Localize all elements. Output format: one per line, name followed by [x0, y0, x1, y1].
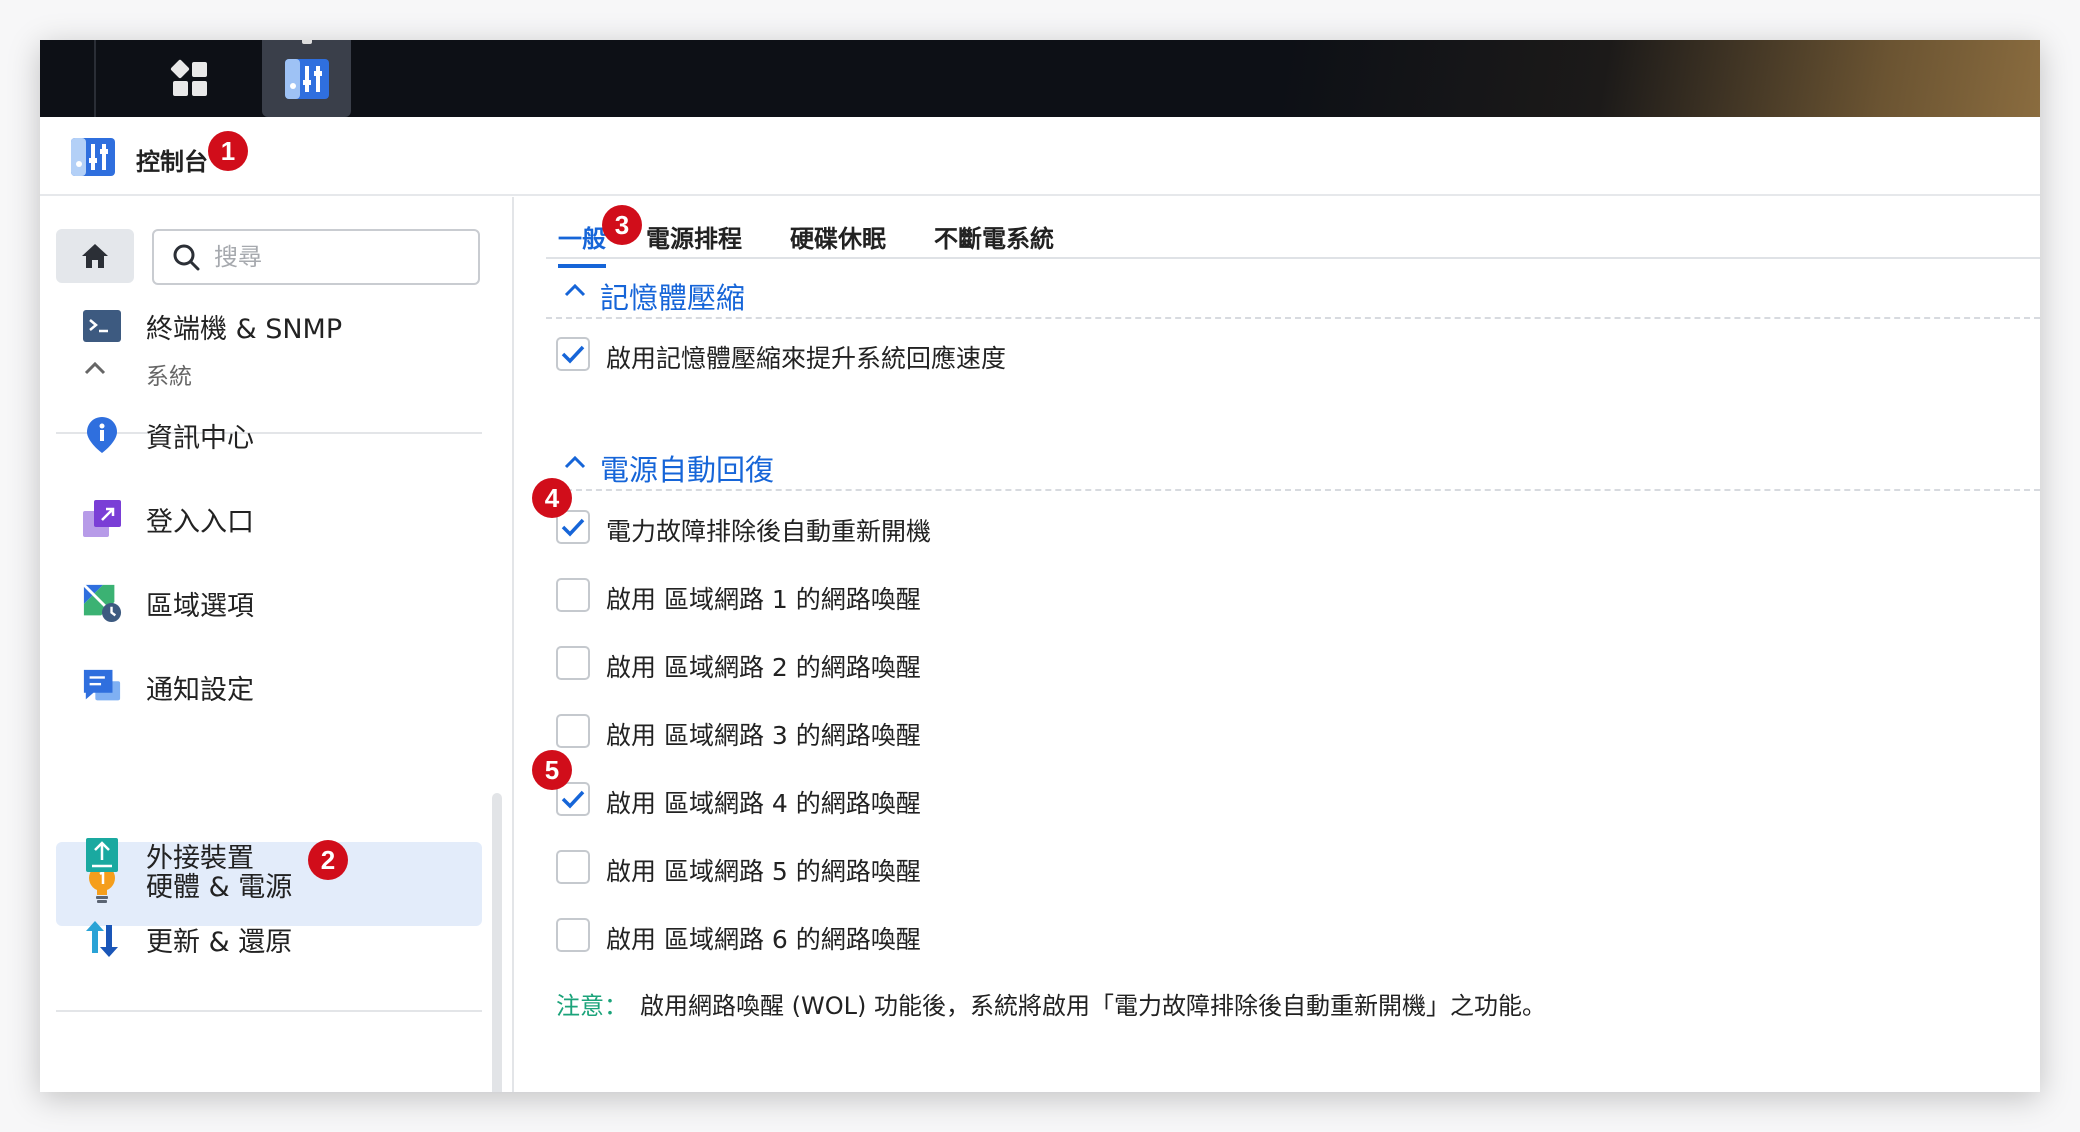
sidebar-item-label: 資訊中心 — [146, 422, 254, 454]
update-restore-icon — [82, 919, 122, 959]
title-bar: 控制台 1 — [40, 117, 2040, 196]
sidebar-item-label: 外接裝置 — [146, 842, 254, 874]
option-label: 啟用 區域網路 2 的網路喚醒 — [606, 653, 921, 682]
option-label: 啟用 區域網路 6 的網路喚醒 — [606, 925, 921, 954]
checkmark-icon — [561, 518, 585, 537]
section-title: 記憶體壓縮 — [600, 281, 746, 315]
annotation-badge-3: 3 — [602, 205, 642, 245]
checkmark-icon — [561, 790, 585, 809]
notification-icon — [82, 667, 122, 707]
terminal-icon — [82, 306, 122, 346]
home-icon — [82, 244, 108, 268]
external-device-icon — [82, 835, 122, 875]
option-label: 啟用 區域網路 3 的網路喚醒 — [606, 721, 921, 750]
sidebar-item-info-center[interactable]: 資訊中心 — [56, 393, 482, 477]
checkbox[interactable] — [556, 918, 590, 952]
sidebar-item-terminal-snmp[interactable]: 終端機 & SNMP — [56, 293, 482, 359]
search-field[interactable] — [152, 229, 480, 285]
wol-note: 注意： 啟用網路喚醒 (WOL) 功能後，系統將啟用「電力故障排除後自動重新開機」… — [556, 986, 1546, 1021]
note-text: 啟用網路喚醒 (WOL) 功能後，系統將啟用「電力故障排除後自動重新開機」之功能… — [640, 992, 1546, 1020]
search-icon — [173, 244, 200, 271]
annotation-badge-1: 1 — [208, 131, 248, 171]
tab-bar: 一般 電源排程 硬碟休眠 不斷電系統 — [546, 197, 2040, 268]
annotation-badge-5: 5 — [532, 750, 572, 790]
chevron-up-icon — [564, 283, 586, 297]
sidebar-group-label: 系統 — [146, 364, 192, 390]
sidebar-scrollbar[interactable] — [492, 793, 502, 1092]
control-panel-icon — [284, 58, 329, 99]
sidebar: 終端機 & SNMP 系統 資訊中心 — [40, 197, 514, 1092]
checkbox[interactable] — [556, 850, 590, 884]
regional-options-icon — [82, 583, 122, 623]
chevron-up-icon — [84, 361, 106, 375]
main-panel: 一般 電源排程 硬碟休眠 不斷電系統 3 記憶體壓縮 啟用記憶體壓縮來提升系統回… — [516, 197, 2040, 1092]
option-label: 啟用記憶體壓縮來提升系統回應速度 — [606, 344, 1007, 373]
sidebar-item-label: 登入入口 — [146, 506, 254, 538]
checkmark-icon — [561, 345, 585, 364]
sidebar-item-label: 更新 & 還原 — [146, 926, 293, 958]
sidebar-item-label: 終端機 & SNMP — [146, 313, 343, 345]
sidebar-item-login-portal[interactable]: 登入入口 — [56, 477, 482, 561]
option-label: 啟用 區域網路 4 的網路喚醒 — [606, 789, 921, 818]
annotation-badge-2: 2 — [308, 840, 348, 880]
option-label: 啟用 區域網路 1 的網路喚醒 — [606, 585, 921, 614]
tab-general[interactable]: 一般 — [558, 219, 606, 268]
search-input[interactable] — [214, 243, 434, 271]
section-memory-compression[interactable]: 記憶體壓縮 — [546, 259, 2040, 319]
control-panel-icon — [71, 138, 115, 176]
tab-ups[interactable]: 不斷電系統 — [934, 219, 1054, 254]
sidebar-item-regional-options[interactable]: 區域選項 — [56, 561, 482, 645]
divider — [56, 1010, 482, 1012]
taskbar-control-panel-button[interactable] — [262, 40, 351, 117]
option-label: 啟用 區域網路 5 的網路喚醒 — [606, 857, 921, 886]
section-title: 電源自動回復 — [600, 453, 775, 487]
taskbar — [40, 40, 2040, 117]
checkbox[interactable] — [556, 714, 590, 748]
control-panel-window: 控制台 1 終端機 & SNMP — [40, 40, 2040, 1092]
note-label: 注意： — [556, 992, 628, 1020]
main-menu-button[interactable] — [94, 40, 286, 117]
tab-power-schedule[interactable]: 電源排程 — [646, 219, 742, 254]
login-portal-icon — [82, 499, 122, 539]
info-pin-icon — [82, 415, 122, 455]
sidebar-item-update-restore[interactable]: 更新 & 還原 — [56, 897, 482, 981]
sidebar-item-external-devices[interactable]: 外接裝置 — [56, 813, 482, 897]
annotation-badge-4: 4 — [532, 478, 572, 518]
apps-grid-icon — [170, 59, 207, 96]
checkbox[interactable] — [556, 646, 590, 680]
home-button[interactable] — [56, 229, 134, 283]
sidebar-item-label: 通知設定 — [146, 674, 254, 706]
chevron-up-icon — [564, 455, 586, 469]
sidebar-item-notification[interactable]: 通知設定 — [56, 645, 482, 729]
sidebar-item-label: 區域選項 — [146, 590, 254, 622]
checkbox[interactable] — [556, 337, 590, 371]
section-power-recovery[interactable]: 電源自動回復 — [546, 431, 2040, 491]
option-label: 電力故障排除後自動重新開機 — [606, 517, 932, 546]
checkbox[interactable] — [556, 578, 590, 612]
tab-hdd-hibernation[interactable]: 硬碟休眠 — [790, 219, 886, 254]
app-title: 控制台 — [136, 148, 208, 176]
